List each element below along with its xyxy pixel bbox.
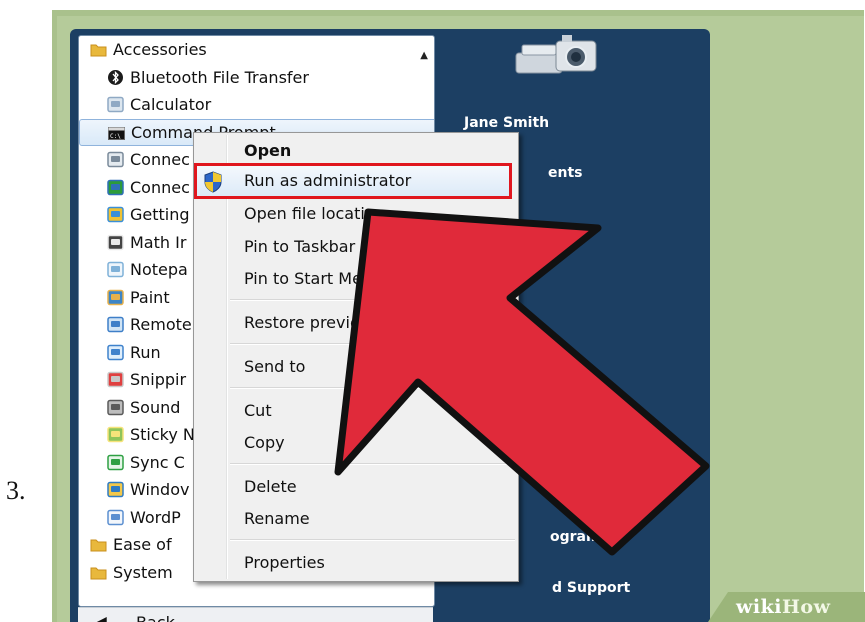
back-label: Back bbox=[136, 613, 175, 622]
right-pane-default-programs[interactable]: ograms bbox=[550, 529, 609, 545]
ctx-run-as-administrator[interactable]: Run as administrator bbox=[244, 171, 411, 190]
program-item[interactable]: Calculator bbox=[79, 91, 419, 119]
ctx-separator bbox=[230, 387, 515, 389]
ctx-restore-previous-versions[interactable]: Restore previous versio bbox=[244, 313, 432, 332]
program-item-label: Math Ir bbox=[130, 232, 187, 252]
ctx-separator bbox=[230, 463, 515, 465]
program-item-label: Accessories bbox=[113, 40, 207, 59]
getting-started-icon bbox=[107, 206, 124, 223]
scroll-up-arrow-icon[interactable]: ▲ bbox=[420, 50, 428, 61]
command-prompt-icon: C:\ bbox=[108, 126, 125, 140]
right-pane-devices-printers[interactable]: Printers bbox=[550, 475, 613, 491]
ctx-delete[interactable]: Delete bbox=[244, 477, 297, 496]
calculator-icon bbox=[107, 96, 124, 113]
folder-icon bbox=[90, 567, 107, 579]
program-item-label: Getting bbox=[130, 205, 190, 224]
ctx-open[interactable]: Open bbox=[244, 141, 291, 160]
sync-center-icon bbox=[107, 454, 124, 470]
program-item-label: Run bbox=[130, 342, 161, 362]
run-icon bbox=[107, 344, 124, 360]
math-input-icon bbox=[107, 234, 124, 250]
ctx-pin-to-start-menu[interactable]: Pin to Start Menu bbox=[244, 269, 382, 288]
wikihow-logo: wikiHow bbox=[736, 596, 830, 618]
notepad-icon bbox=[107, 261, 124, 278]
ctx-rename[interactable]: Rename bbox=[244, 509, 310, 528]
program-item[interactable]: Bluetooth File Transfer bbox=[79, 64, 419, 92]
program-item-label: Remote bbox=[130, 315, 192, 334]
svg-text:C:\: C:\ bbox=[110, 133, 121, 140]
back-arrow-icon: ◀ bbox=[96, 614, 107, 622]
wikihow-wiki: wiki bbox=[736, 596, 782, 618]
snipping-tool-icon bbox=[107, 371, 124, 388]
bluetooth-icon bbox=[108, 69, 123, 85]
folder-icon bbox=[90, 539, 107, 552]
run-as-administrator-highlight[interactable]: Run as administrator bbox=[194, 163, 512, 199]
ctx-open-file-location[interactable]: Open file locatio bbox=[244, 204, 375, 223]
wikihow-how: How bbox=[781, 596, 831, 618]
right-pane-help-support[interactable]: d Support bbox=[552, 580, 630, 596]
ctx-pin-to-taskbar[interactable]: Pin to Taskbar bbox=[244, 237, 355, 256]
sticky-notes-icon bbox=[107, 426, 124, 443]
program-item-label: System bbox=[113, 562, 173, 582]
program-item-label: Bluetooth File Transfer bbox=[130, 67, 309, 87]
network-projector-icon bbox=[107, 151, 124, 168]
program-item-label: Connec bbox=[130, 177, 190, 197]
program-item-label: Connec bbox=[130, 150, 190, 169]
program-item-label: Snippir bbox=[130, 370, 187, 389]
ctx-separator bbox=[230, 539, 515, 541]
right-pane-pictures[interactable]: s bbox=[554, 219, 562, 235]
program-item-label: WordP bbox=[130, 507, 181, 527]
ctx-send-to[interactable]: Send to bbox=[244, 357, 305, 376]
back-button[interactable]: ◀ Back bbox=[78, 607, 433, 622]
folder-icon bbox=[90, 44, 107, 57]
ctx-copy[interactable]: Copy bbox=[244, 433, 285, 452]
ctx-cut[interactable]: Cut bbox=[244, 401, 272, 420]
wordpad-icon bbox=[107, 509, 124, 525]
context-menu-gutter bbox=[226, 135, 228, 579]
program-item-label: Sticky N bbox=[130, 425, 195, 444]
step-number: 3. bbox=[6, 476, 26, 505]
program-item-label: Ease of bbox=[113, 535, 172, 554]
context-menu: Open Open file locatio Pin to Taskbar Pi… bbox=[193, 132, 519, 582]
program-item-label: Notepa bbox=[130, 260, 188, 279]
ctx-separator bbox=[230, 343, 515, 345]
program-item-label: Paint bbox=[130, 287, 170, 307]
program-item-label: Windov bbox=[130, 480, 190, 499]
program-item[interactable]: Accessories bbox=[79, 36, 419, 64]
sound-recorder-icon bbox=[107, 399, 124, 415]
program-item-label: Sync C bbox=[130, 452, 185, 472]
program-item-label: Sound bbox=[130, 397, 181, 417]
ctx-separator bbox=[230, 299, 515, 301]
paint-icon bbox=[107, 289, 124, 305]
right-pane-user-name[interactable]: Jane Smith bbox=[464, 115, 549, 131]
program-item-label: Calculator bbox=[130, 95, 212, 114]
uac-shield-icon bbox=[204, 171, 222, 193]
remote-desktop-icon bbox=[107, 316, 124, 333]
connect-display-icon bbox=[107, 179, 124, 195]
right-pane-documents[interactable]: ents bbox=[548, 165, 583, 181]
user-camera-icon bbox=[515, 35, 597, 74]
ctx-properties[interactable]: Properties bbox=[244, 553, 325, 572]
windows-explorer-icon bbox=[107, 481, 124, 498]
